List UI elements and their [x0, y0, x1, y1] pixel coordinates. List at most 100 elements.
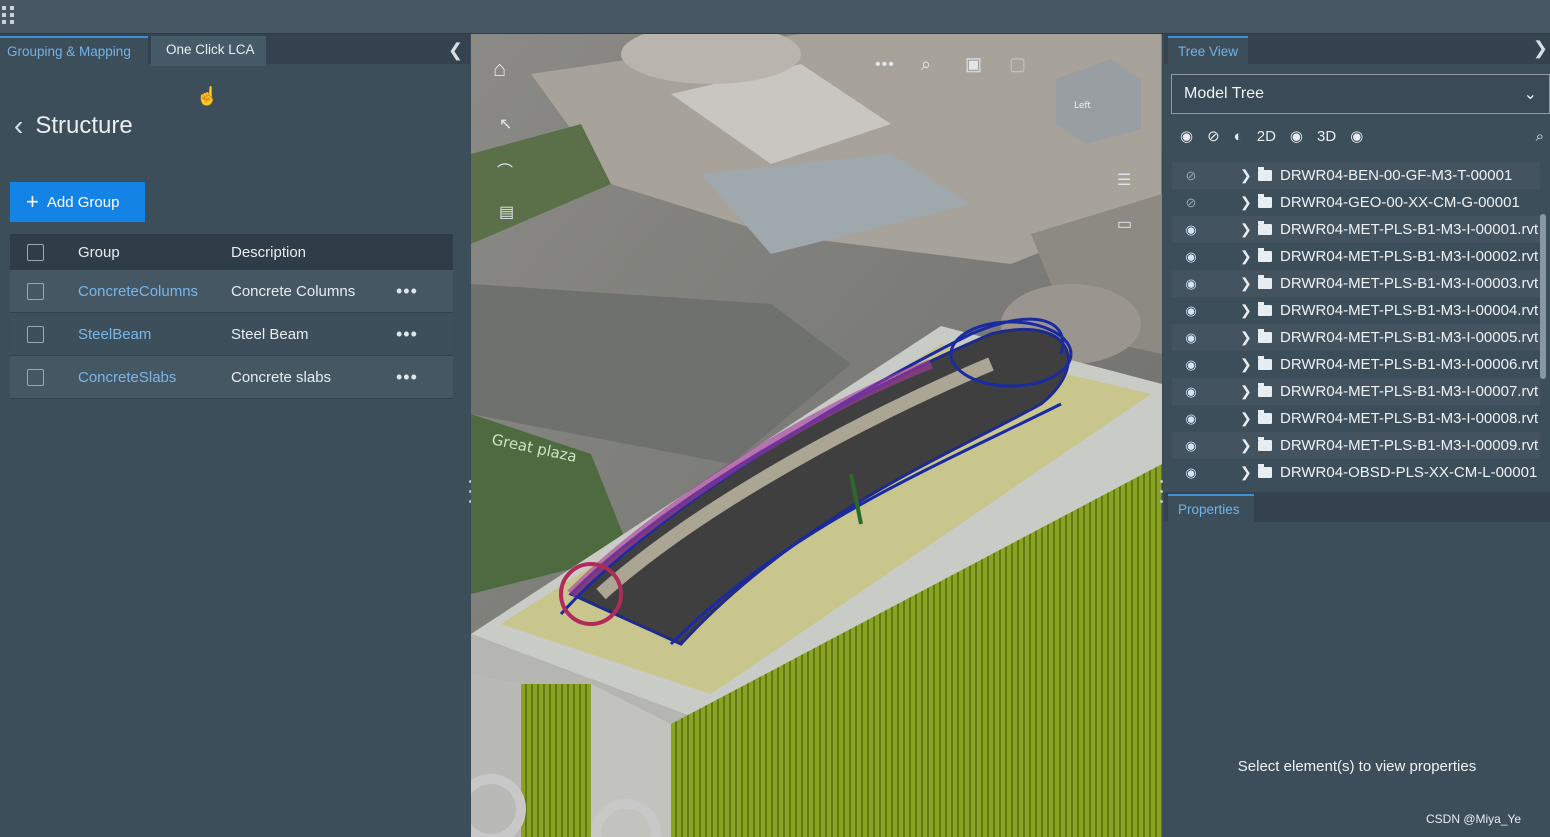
- tree-item[interactable]: ◉ ❯ DRWR04-MET-PLS-B1-M3-I-00002.rvt: [1172, 243, 1540, 270]
- tree-item[interactable]: ◉ ❯ DRWR04-OBSD-PLS-XX-CM-L-00001: [1172, 459, 1540, 486]
- show-all-icon[interactable]: ◉: [1180, 127, 1193, 145]
- zoom-fit-icon[interactable]: ⌕: [921, 54, 931, 75]
- nav-cube-label: Left: [1074, 101, 1091, 111]
- chevron-right-icon[interactable]: ❯: [1240, 302, 1252, 319]
- visibility-on-icon[interactable]: ◉: [1182, 303, 1200, 319]
- app-launcher-icon[interactable]: [2, 6, 16, 24]
- visibility-on-icon[interactable]: ◉: [1182, 249, 1200, 265]
- chevron-right-icon[interactable]: ❯: [1240, 221, 1252, 238]
- home-icon[interactable]: ⌂: [493, 56, 506, 82]
- visibility-on-icon[interactable]: ◉: [1182, 465, 1200, 481]
- tree-item[interactable]: ◉ ❯ DRWR04-MET-PLS-B1-M3-I-00003.rvt: [1172, 270, 1540, 297]
- add-group-button[interactable]: + Add Group: [10, 182, 145, 222]
- collapse-panel-icon[interactable]: ❮: [448, 40, 463, 61]
- model-tree-select[interactable]: Model Tree ⌄: [1171, 74, 1550, 114]
- eye-3d-icon[interactable]: ◉: [1350, 127, 1363, 145]
- 3d-viewport[interactable]: Great plaza Left ⌂ ↖ ⌒ ▤ ••• ⌕ ▣ ▢ ▭ ☰: [471, 34, 1162, 837]
- group-link[interactable]: ConcreteColumns: [78, 283, 231, 300]
- mouse-cursor-icon: ☝: [196, 86, 219, 106]
- window-icon[interactable]: ▢: [1009, 54, 1026, 75]
- more-options-icon[interactable]: •••: [396, 324, 418, 345]
- row-checkbox[interactable]: [27, 282, 44, 300]
- group-link[interactable]: ConcreteSlabs: [78, 369, 231, 386]
- toggle-3d-label[interactable]: 3D: [1317, 128, 1336, 145]
- more-tools-icon[interactable]: •••: [875, 56, 895, 74]
- chevron-right-icon[interactable]: ❯: [1240, 248, 1252, 265]
- visibility-on-icon[interactable]: ◉: [1182, 384, 1200, 400]
- top-bar: [0, 0, 1550, 34]
- tree-item[interactable]: ◉ ❯ DRWR04-MET-PLS-B1-M3-I-00004.rvt: [1172, 297, 1540, 324]
- folder-icon: [1258, 329, 1272, 343]
- search-icon[interactable]: ⌕: [1536, 128, 1544, 145]
- view-toggle-icon[interactable]: ▣: [965, 54, 982, 75]
- visibility-on-icon[interactable]: ◉: [1182, 222, 1200, 238]
- more-options-icon[interactable]: •••: [396, 281, 418, 302]
- tree-scrollbar[interactable]: [1540, 214, 1546, 379]
- chevron-right-icon[interactable]: ❯: [1240, 383, 1252, 400]
- tree-item[interactable]: ◉ ❯ DRWR04-MET-PLS-B1-M3-I-00001.rvt: [1172, 216, 1540, 243]
- tree-item[interactable]: ⊘ ❯ DRWR04-BEN-00-GF-M3-T-00001: [1172, 162, 1540, 189]
- chevron-right-icon[interactable]: ❯: [1240, 194, 1252, 211]
- group-description: Concrete Columns: [231, 282, 356, 300]
- table-row[interactable]: ConcreteColumns Concrete Columns •••: [10, 270, 453, 313]
- tree-item[interactable]: ◉ ❯ DRWR04-MET-PLS-B1-M3-I-00009.rvt: [1172, 432, 1540, 459]
- table-row[interactable]: SteelBeam Steel Beam •••: [10, 313, 453, 356]
- row-checkbox[interactable]: [27, 325, 44, 343]
- select-tool-icon[interactable]: ↖: [499, 114, 512, 134]
- chevron-right-icon[interactable]: ❯: [1240, 167, 1252, 184]
- visibility-on-icon[interactable]: ◉: [1182, 438, 1200, 454]
- visibility-on-icon[interactable]: ◉: [1182, 276, 1200, 292]
- collapse-panel-icon[interactable]: ❯: [1533, 38, 1548, 59]
- tree-item-label: DRWR04-MET-PLS-B1-M3-I-00008.rvt: [1280, 410, 1539, 427]
- measure-tool-icon[interactable]: ⌒: [497, 158, 513, 182]
- visibility-on-icon[interactable]: ◉: [1182, 330, 1200, 346]
- tree-item[interactable]: ◉ ❯ DRWR04-MET-PLS-B1-M3-I-00007.rvt: [1172, 378, 1540, 405]
- tree-item[interactable]: ◉ ❯ DRWR04-MET-PLS-B1-M3-I-00005.rvt: [1172, 324, 1540, 351]
- visibility-on-icon[interactable]: ◉: [1182, 357, 1200, 373]
- tab-one-click-lca[interactable]: One Click LCA: [151, 36, 266, 66]
- more-options-icon[interactable]: •••: [396, 367, 418, 388]
- chevron-right-icon[interactable]: ❯: [1240, 464, 1252, 481]
- eye-2d-icon[interactable]: ◉: [1290, 127, 1303, 145]
- folder-icon: [1258, 437, 1272, 451]
- chevron-right-icon[interactable]: ❯: [1240, 437, 1252, 454]
- chevron-right-icon[interactable]: ❯: [1240, 329, 1252, 346]
- toggle-2d-label[interactable]: 2D: [1257, 128, 1276, 145]
- visibility-off-icon[interactable]: ⊘: [1182, 195, 1200, 211]
- hide-all-icon[interactable]: ⊘: [1207, 127, 1220, 145]
- group-link[interactable]: SteelBeam: [78, 326, 231, 343]
- isolate-icon[interactable]: ◐: [1234, 128, 1243, 145]
- folder-icon: [1258, 383, 1272, 397]
- tree-panel: Tree View ❯ Model Tree ⌄ ◉ ⊘ ◐ 2D ◉ 3D ◉…: [1164, 34, 1550, 837]
- tree-toolbar: ◉ ⊘ ◐ 2D ◉ 3D ◉ ⌕: [1180, 124, 1550, 148]
- properties-tab-bar: Properties: [1164, 492, 1550, 524]
- tab-tree-view[interactable]: Tree View: [1168, 36, 1248, 66]
- chevron-right-icon[interactable]: ❯: [1240, 356, 1252, 373]
- group-description: Concrete slabs: [231, 368, 332, 386]
- back-icon[interactable]: ‹: [14, 112, 23, 140]
- tree-item-label: DRWR04-MET-PLS-B1-M3-I-00005.rvt: [1280, 329, 1539, 346]
- tab-properties[interactable]: Properties: [1168, 494, 1254, 524]
- table-header: Group Description: [10, 234, 453, 270]
- table-row[interactable]: ConcreteSlabs Concrete slabs •••: [10, 356, 453, 399]
- select-all-checkbox[interactable]: [27, 243, 44, 261]
- chevron-right-icon[interactable]: ❯: [1240, 275, 1252, 292]
- group-description: Steel Beam: [231, 325, 309, 343]
- groups-table: Group Description ConcreteColumns Concre…: [10, 234, 453, 399]
- visibility-on-icon[interactable]: ◉: [1182, 411, 1200, 427]
- add-group-label: Add Group: [46, 193, 120, 211]
- tree-item[interactable]: ◉ ❯ DRWR04-MET-PLS-B1-M3-I-00008.rvt: [1172, 405, 1540, 432]
- tree-item-label: DRWR04-MET-PLS-B1-M3-I-00007.rvt: [1280, 383, 1539, 400]
- tab-grouping-mapping[interactable]: Grouping & Mapping: [0, 36, 148, 66]
- tree-item[interactable]: ◉ ❯ DRWR04-MET-PLS-B1-M3-I-00006.rvt: [1172, 351, 1540, 378]
- row-checkbox[interactable]: [27, 368, 44, 386]
- walk-icon[interactable]: ☰: [1117, 170, 1131, 190]
- camera-icon[interactable]: ▭: [1117, 214, 1132, 234]
- tree-item[interactable]: ⊘ ❯ DRWR04-GEO-00-XX-CM-G-00001: [1172, 189, 1540, 216]
- header-group: Group: [78, 243, 120, 261]
- plus-icon: +: [26, 189, 39, 214]
- chevron-right-icon[interactable]: ❯: [1240, 410, 1252, 427]
- visibility-off-icon[interactable]: ⊘: [1182, 168, 1200, 184]
- section-tool-icon[interactable]: ▤: [499, 202, 514, 222]
- tree-item-label: DRWR04-MET-PLS-B1-M3-I-00003.rvt: [1280, 275, 1539, 292]
